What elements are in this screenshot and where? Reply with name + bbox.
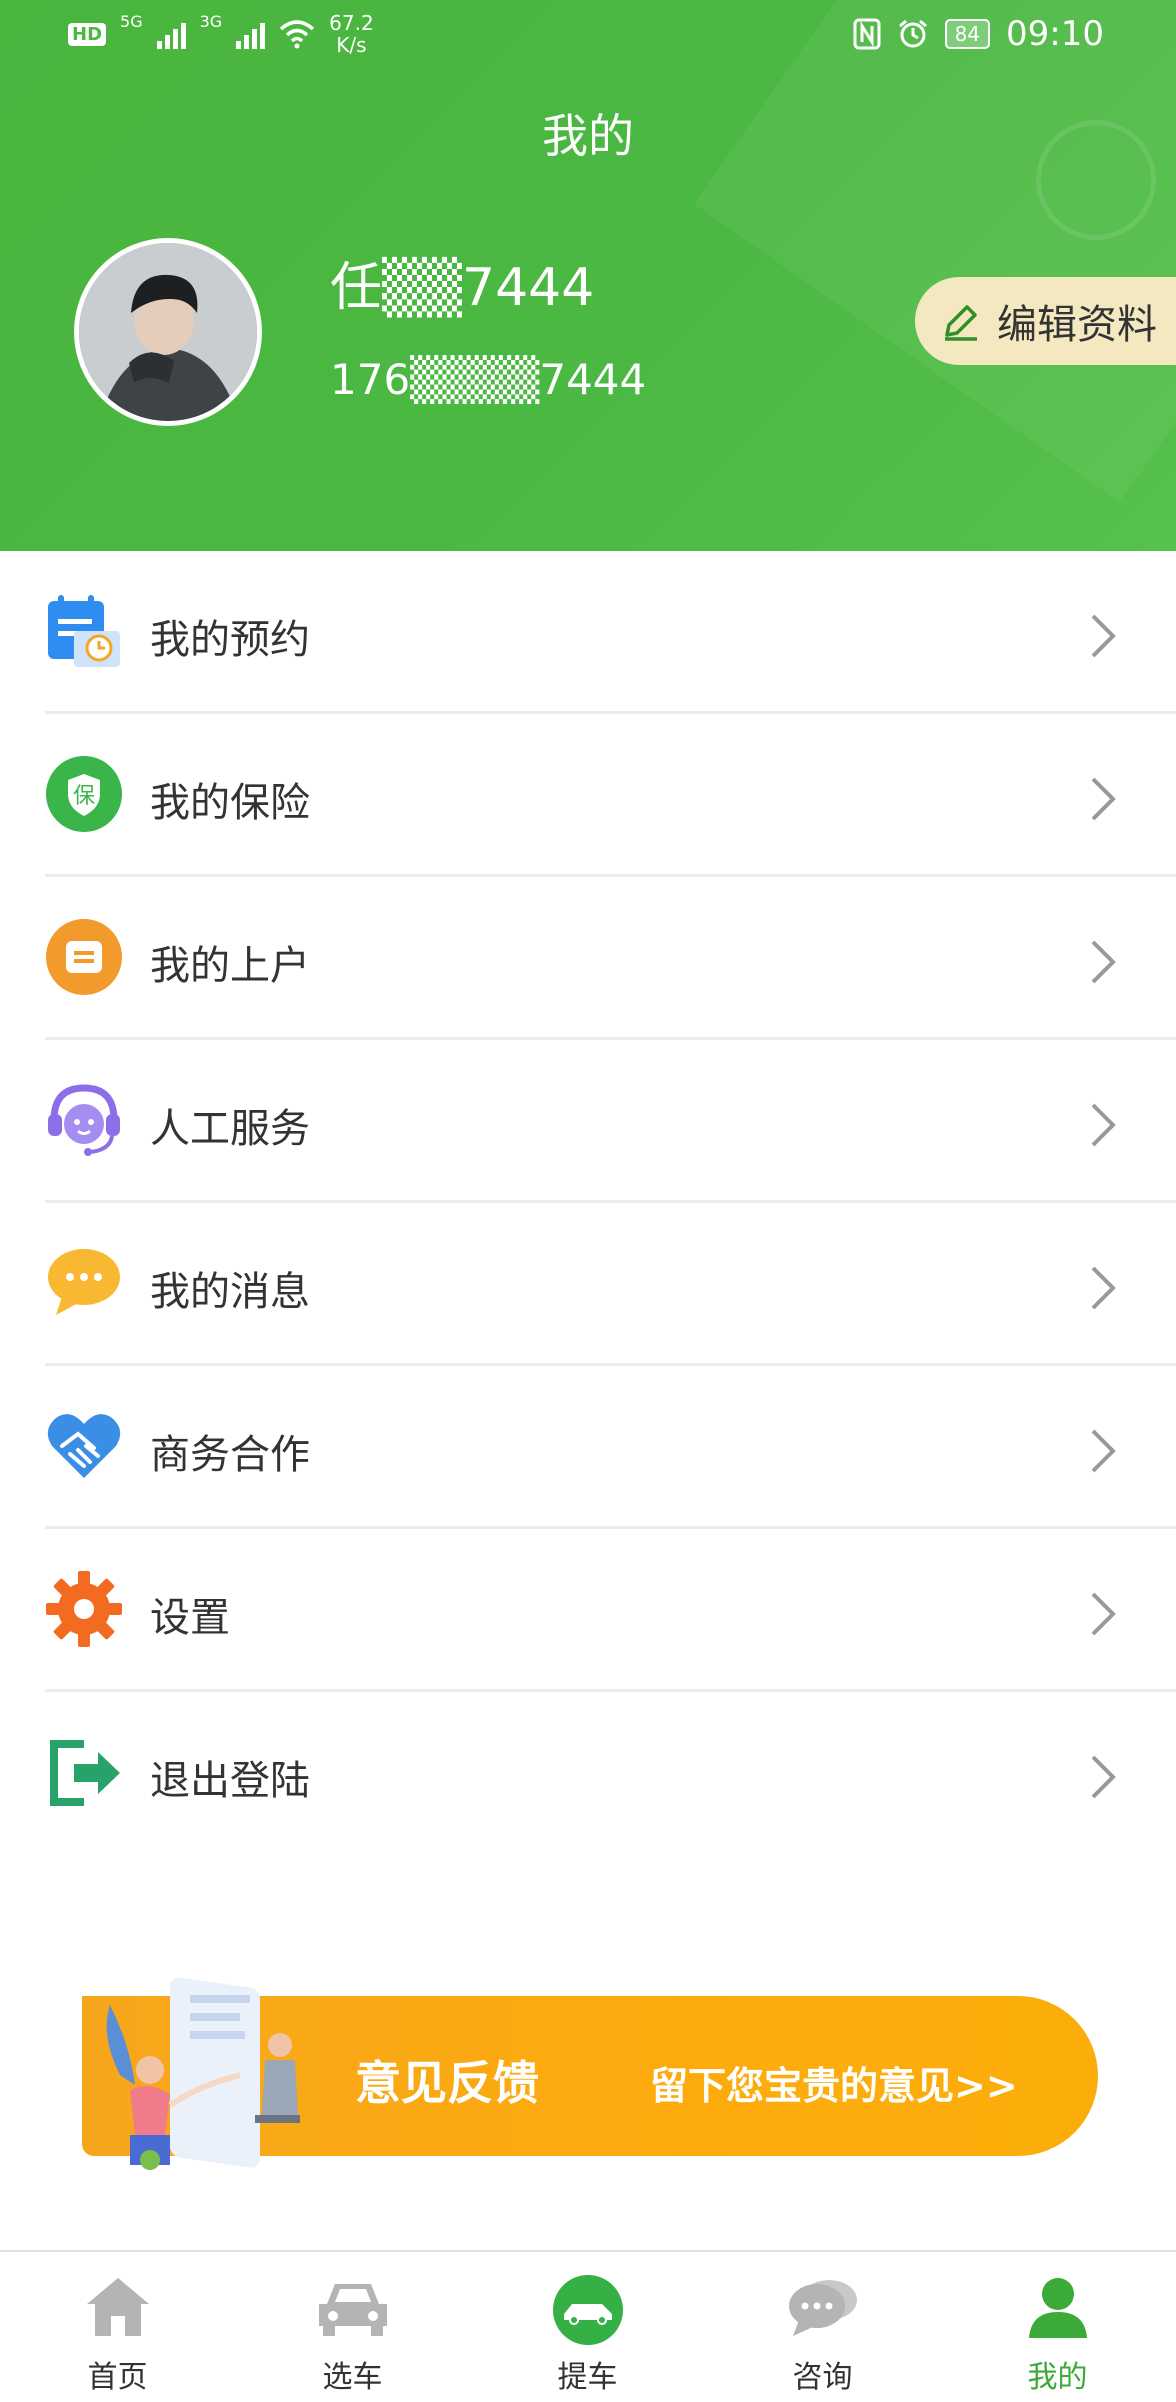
menu-item-logout[interactable]: 退出登陆 (0, 1692, 1176, 1855)
page-title: 我的 (542, 109, 634, 163)
chat-bubble-icon (48, 1249, 120, 1315)
tab-consult[interactable]: 咨询 (705, 2252, 940, 2402)
chevron-right-icon (1091, 1429, 1116, 1473)
phone-number: 176▒▒▒▒7444 (330, 355, 647, 404)
clock: 09:10 (1006, 14, 1104, 54)
menu-item-label: 商务合作 (150, 1432, 310, 1478)
menu-item-label: 设置 (150, 1595, 230, 1641)
pickup-car-icon (552, 2275, 623, 2345)
edit-pencil-icon (945, 305, 977, 341)
signal-icon (156, 19, 186, 49)
menu-item-label: 我的预约 (150, 617, 310, 663)
tab-mine[interactable]: 我的 (940, 2252, 1175, 2402)
svg-text:保: 保 (73, 784, 95, 809)
chevron-right-icon (1091, 940, 1116, 984)
menu-item-settings[interactable]: 设置 (0, 1529, 1176, 1692)
edit-profile-label: 编辑资料 (997, 302, 1157, 348)
network-5g: 5G (120, 12, 143, 31)
registration-doc-icon (46, 919, 122, 995)
tab-label: 咨询 (792, 2360, 853, 2395)
menu-item-label: 我的上户 (150, 943, 310, 989)
battery-indicator: 84 (944, 19, 991, 49)
logout-icon (50, 1740, 120, 1806)
tab-home[interactable]: 首页 (0, 2252, 235, 2402)
feedback-illustration (106, 1977, 300, 2170)
tab-label: 选车 (322, 2360, 383, 2395)
avatar[interactable] (74, 238, 262, 426)
header-decoration (693, 0, 1176, 503)
speed-unit: K/s (336, 33, 367, 57)
insurance-shield-icon: 保 (46, 756, 122, 832)
wifi-icon (280, 20, 315, 49)
menu-list: 我的预约 保 我的保险 我的上户 人工服务 我的消息 商务合作 设置 退出登陆 (0, 551, 1176, 1855)
status-right: 84 09:10 (853, 14, 1104, 54)
handshake-icon (47, 1414, 121, 1478)
tab-label: 首页 (87, 2360, 148, 2395)
network-3g: 3G (199, 12, 223, 31)
tab-label: 提车 (557, 2360, 618, 2395)
alarm-icon (898, 19, 927, 48)
status-left: HD 5G 3G 67.2 K/s (68, 12, 374, 56)
chevron-right-icon (1091, 1755, 1116, 1799)
chevron-right-icon (1091, 1266, 1116, 1310)
tab-select-car[interactable]: 选车 (235, 2252, 470, 2402)
network-speed: 67.2 K/s (329, 12, 374, 56)
menu-item-label: 我的保险 (150, 780, 310, 826)
tab-label: 我的 (1027, 2360, 1088, 2395)
signal-icon-2 (236, 19, 266, 49)
calendar-clock-icon (48, 595, 120, 667)
feedback-subtitle: 留下您宝贵的意见>> (650, 2064, 1018, 2108)
menu-item-insurance[interactable]: 保 我的保险 (0, 714, 1176, 877)
menu-item-messages[interactable]: 我的消息 (0, 1203, 1176, 1366)
avatar-photo (79, 243, 257, 421)
chevron-right-icon (1091, 777, 1116, 821)
username: 任▒▒7444 (330, 258, 595, 318)
chat-icon (788, 2280, 857, 2336)
gear-icon (46, 1571, 122, 1647)
hd-badge: HD (68, 22, 107, 46)
menu-item-label: 退出登陆 (150, 1758, 310, 1804)
feedback-title: 意见反馈 (355, 2056, 539, 2110)
chevron-right-icon (1091, 1103, 1116, 1147)
menu-item-registration[interactable]: 我的上户 (0, 877, 1176, 1040)
status-bar: HD 5G 3G 67.2 K/s 84 09:10 (0, 0, 1176, 72)
speed-value: 67.2 (329, 11, 374, 35)
profile-header: HD 5G 3G 67.2 K/s 84 09:10 我的 任▒▒7444 17… (0, 0, 1176, 551)
chevron-right-icon (1091, 614, 1116, 658)
customer-service-headset-icon (48, 1084, 120, 1156)
menu-item-customer-service[interactable]: 人工服务 (0, 1040, 1176, 1203)
menu-item-business[interactable]: 商务合作 (0, 1366, 1176, 1529)
nfc-icon (853, 18, 881, 50)
user-icon (1028, 2278, 1087, 2338)
menu-item-label: 我的消息 (150, 1269, 310, 1315)
edit-profile-button[interactable]: 编辑资料 (915, 277, 1176, 365)
tab-pickup-car[interactable]: 提车 (470, 2252, 705, 2402)
home-icon (86, 2278, 149, 2336)
menu-item-appointment[interactable]: 我的预约 (0, 551, 1176, 714)
menu-item-label: 人工服务 (150, 1106, 310, 1152)
bottom-tab-bar: 首页 选车 提车 咨询 我的 (0, 2250, 1176, 2402)
chevron-right-icon (1091, 1592, 1116, 1636)
car-icon (318, 2284, 387, 2336)
